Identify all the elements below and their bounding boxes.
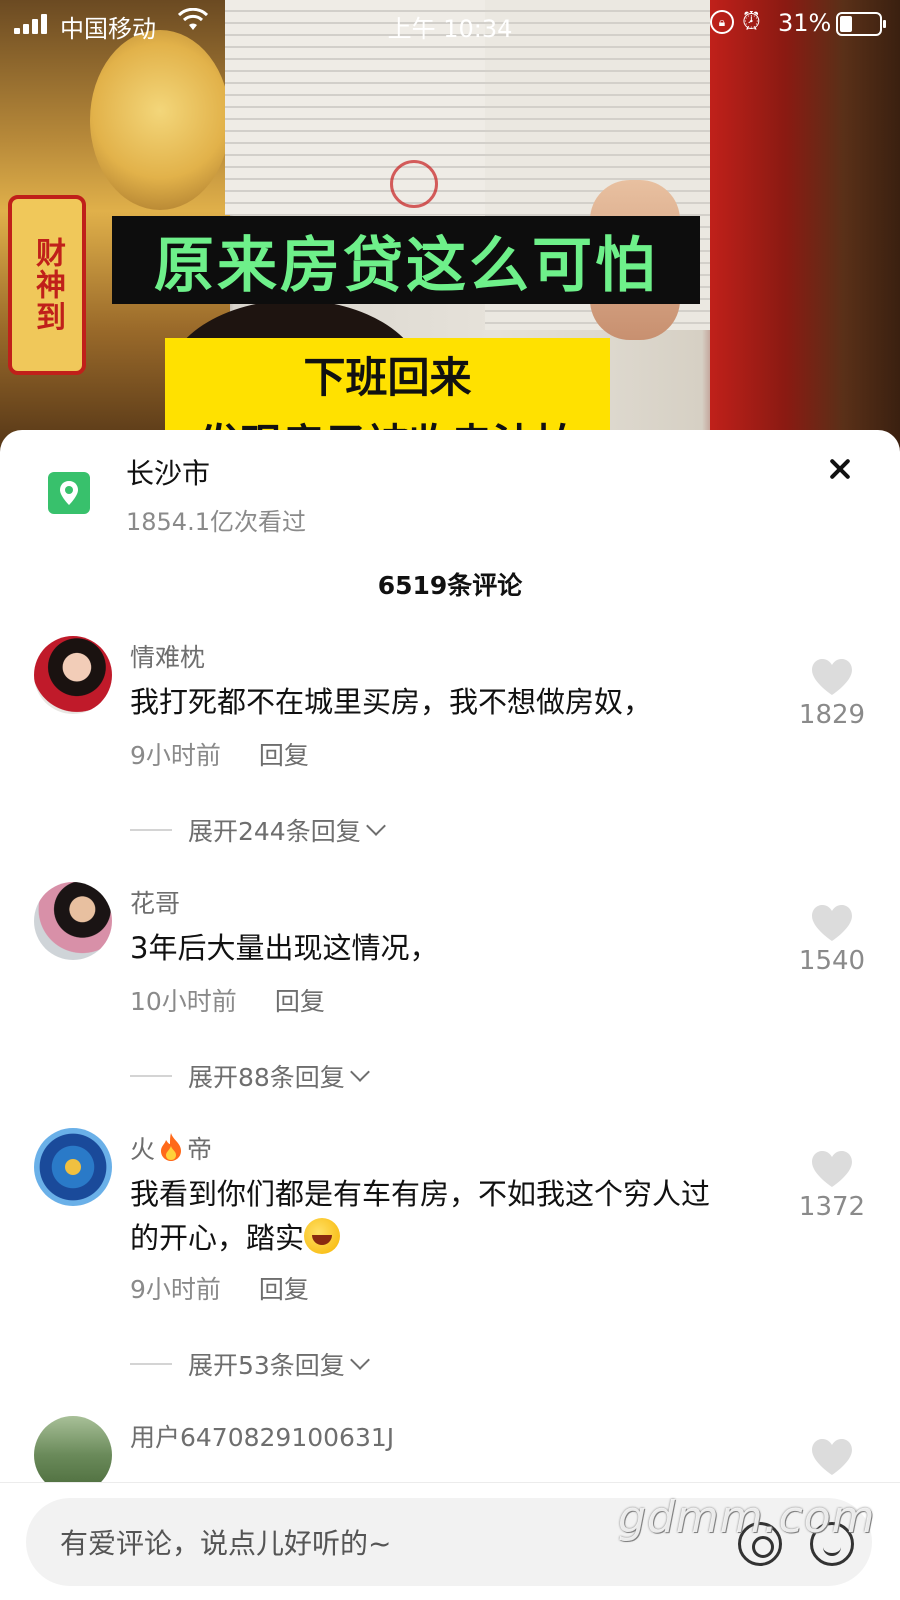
comment-time: 9小时前 [130,1275,221,1304]
like-button[interactable]: 1372 [796,1150,868,1222]
like-count: 1372 [798,1192,866,1222]
expand-replies-label: 展开88条回复 [188,1063,345,1092]
avatar[interactable] [34,1128,112,1206]
location-views: 1854.1亿次看过 [126,508,306,536]
heart-icon [812,1439,852,1475]
comment-input-placeholder: 有爱评论，说点儿好听的~ [60,1527,392,1560]
reply-button[interactable]: 回复 [275,987,325,1016]
expand-replies-label: 展开244条回复 [188,817,361,846]
expand-replies[interactable]: 展开244条回复 [130,812,386,848]
location-name[interactable]: 长沙市 [126,452,210,492]
fire-emoji-icon [159,1132,183,1168]
reply-button[interactable]: 回复 [259,1275,309,1304]
divider [130,1075,172,1077]
divider [130,829,172,831]
avatar[interactable] [34,636,112,714]
comment-meta: 10小时前 回复 [130,982,325,1018]
status-bar: 中国移动 上午 10:34 🔒︎ ⏰︎ 31% [0,0,900,46]
expand-replies[interactable]: 展开88条回复 [130,1058,370,1094]
divider [130,1363,172,1365]
video-background[interactable]: 财神到 原来房贷这么可怕 下班回来 发现房子被收走法拍 [0,0,900,470]
expand-replies-label: 展开53条回复 [188,1351,345,1380]
avatar[interactable] [34,882,112,960]
chevron-down-icon [349,1062,370,1082]
like-count: 1829 [798,700,866,730]
like-button[interactable] [796,1438,868,1476]
comment-username[interactable]: 情难枕 [130,638,205,674]
clock: 上午 10:34 [387,15,513,43]
comment-meta: 9小时前 回复 [130,1270,309,1306]
cai-shen-figure [90,30,230,210]
comment-text: 我看到你们都是有车有房，不如我这个穷人过 的开心，踏实 [130,1177,711,1255]
laugh-cry-emoji-icon [304,1218,341,1254]
heart-icon [812,905,852,941]
like-button[interactable]: 1540 [796,904,868,976]
comment-meta: 9小时前 回复 [130,736,309,772]
comment-sheet: 长沙市 1854.1亿次看过 6519条评论 情难枕 我打死都不在城里买房，我不… [0,430,900,1600]
comment-text: 3年后大量出现这情况， [130,931,439,965]
close-icon[interactable] [820,452,860,492]
heart-icon [812,659,852,695]
watermark: gdmm.com [618,1492,876,1543]
video-overlay-title: 原来房贷这么可怕 [112,216,700,304]
door-couplet [710,0,900,470]
heart-icon [812,1151,852,1187]
chevron-down-icon [349,1350,370,1370]
location-pin-icon[interactable] [48,472,90,514]
comment-username[interactable]: 用户6470829100631J [130,1418,394,1454]
comment-username[interactable]: 花哥 [130,884,180,920]
official-seal [390,160,438,208]
chevron-down-icon [365,816,386,836]
alarm-icon: ⏰︎ [742,7,761,35]
comment-username[interactable]: 火 帝 [130,1130,212,1168]
like-button[interactable]: 1829 [796,658,868,730]
battery-percent: 31% [778,9,832,37]
cai-shen-banner: 财神到 [8,195,86,375]
rotation-lock-icon: 🔒︎ [710,10,734,34]
comment-time: 9小时前 [130,741,221,770]
comment-time: 10小时前 [130,987,237,1016]
comment-text: 我打死都不在城里买房，我不想做房奴， [130,685,653,719]
battery-icon [836,12,886,36]
reply-button[interactable]: 回复 [259,741,309,770]
like-count: 1540 [798,946,866,976]
expand-replies[interactable]: 展开53条回复 [130,1346,370,1382]
comment-count: 6519条评论 [377,571,523,600]
